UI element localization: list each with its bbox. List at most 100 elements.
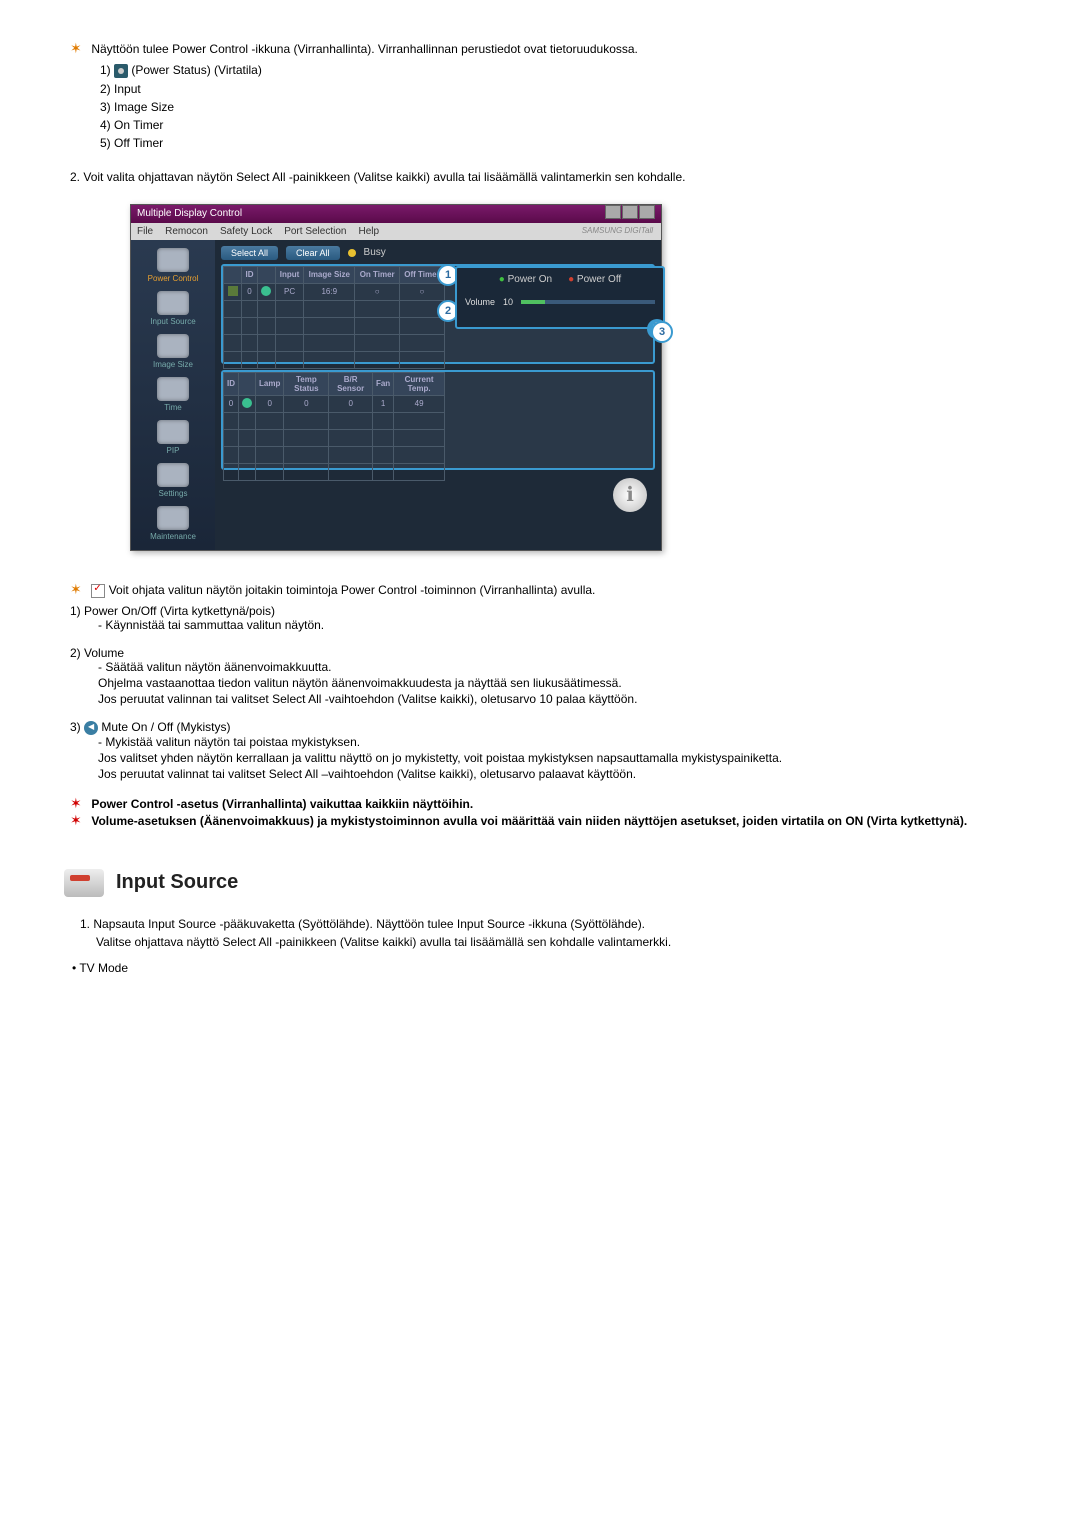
g1-h0 (224, 266, 242, 283)
sec2-line2: Valitse ohjattava näyttö Select All -pai… (96, 935, 671, 949)
menu-safety-lock[interactable]: Safety Lock (220, 226, 272, 237)
menu-remocon[interactable]: Remocon (165, 226, 208, 237)
item3-line1: - Mykistää valitun näytön tai poistaa my… (98, 735, 1020, 749)
input-source-section-icon (64, 869, 104, 897)
power-control-icon (157, 248, 189, 272)
item2-line2: Ohjelma vastaanottaa tiedon valitun näyt… (98, 676, 1020, 690)
item2-num: 2) (70, 646, 81, 660)
g2-br: 0 (329, 395, 373, 412)
table-row[interactable]: 0 PC 16:9 ○ ○ (224, 283, 445, 300)
num-prefix-5: 5) (100, 136, 114, 150)
g2-h6: Current Temp. (394, 372, 445, 395)
sidebar-label-2: Image Size (153, 360, 193, 369)
star-icon: ✶ (70, 40, 84, 57)
checkbox-icon (91, 584, 105, 598)
window-title: Multiple Display Control (137, 208, 242, 219)
info-icon[interactable]: ℹ (613, 478, 647, 512)
display-grid-1: ID Input Image Size On Timer Off Timer 0… (223, 266, 445, 369)
callout-3: 3 (651, 321, 673, 343)
sec2-num: 1. (80, 917, 90, 931)
sidebar: Power Control Input Source Image Size Ti… (131, 240, 215, 550)
star-red-icon: ✶ (70, 812, 84, 829)
cell-id: 0 (242, 283, 258, 300)
g2-h2: Lamp (256, 372, 284, 395)
sidebar-item-power-control[interactable]: Power Control (143, 248, 203, 283)
g2-temp: 0 (284, 395, 329, 412)
item3-num: 3) (70, 720, 81, 734)
g1-h4: Image Size (304, 266, 355, 283)
power-on-button[interactable]: Power On (499, 274, 552, 285)
settings-icon (157, 463, 189, 487)
item3-title: Mute On / Off (Mykistys) (101, 720, 230, 734)
num-prefix-4: 4) (100, 118, 114, 132)
cell-ontimer: ○ (355, 283, 400, 300)
maintenance-icon (157, 506, 189, 530)
g2-lamp: 0 (256, 395, 284, 412)
g2-h4: B/R Sensor (329, 372, 373, 395)
menu-help[interactable]: Help (358, 226, 379, 237)
item2-line3: Jos peruutat valinnan tai valitset Selec… (98, 692, 1020, 706)
star-red-icon: ✶ (70, 795, 84, 812)
menu-port-selection[interactable]: Port Selection (284, 226, 346, 237)
sidebar-label-1: Input Source (150, 317, 195, 326)
g2-fan: 1 (372, 395, 393, 412)
sidebar-item-maintenance[interactable]: Maintenance (143, 506, 203, 541)
num-prefix-3: 3) (100, 100, 114, 114)
window-buttons[interactable] (604, 205, 655, 222)
power-off-button[interactable]: Power Off (568, 274, 621, 285)
select-all-button[interactable]: Select All (221, 246, 278, 260)
volume-slider[interactable] (521, 300, 655, 304)
table-row[interactable]: 0 0 0 0 1 49 (224, 395, 445, 412)
sidebar-item-input-source[interactable]: Input Source (143, 291, 203, 326)
clear-all-button[interactable]: Clear All (286, 246, 340, 260)
pip-icon (157, 420, 189, 444)
g2-h5: Fan (372, 372, 393, 395)
item1-num: 1) (70, 604, 81, 618)
row-status-icon (242, 398, 252, 408)
note-2: Volume-asetuksen (Äänenvoimakkuus) ja my… (91, 814, 967, 828)
sidebar-item-pip[interactable]: PIP (143, 420, 203, 455)
para2-text: Voit valita ohjattavan näytön Select All… (83, 170, 685, 184)
sidebar-item-image-size[interactable]: Image Size (143, 334, 203, 369)
g1-h1: ID (242, 266, 258, 283)
below-intro: Voit ohjata valitun näytön joitakin toim… (109, 583, 596, 597)
g2-h3: Temp Status (284, 372, 329, 395)
mute-small-icon (84, 721, 98, 735)
volume-label: Volume (465, 297, 495, 307)
sec2-line1: Napsauta Input Source -pääkuvaketta (Syö… (93, 917, 645, 931)
intro-item-3: Image Size (114, 100, 174, 114)
intro-item-1: (Power Status) (Virtatila) (131, 63, 261, 77)
sidebar-label-4: PIP (167, 446, 180, 455)
g1-h3: Input (275, 266, 303, 283)
row-checkbox[interactable] (228, 286, 238, 296)
sidebar-item-time[interactable]: Time (143, 377, 203, 412)
volume-value: 10 (503, 297, 513, 307)
titlebar: Multiple Display Control (131, 205, 661, 223)
note-1: Power Control -asetus (Virranhallinta) v… (91, 797, 473, 811)
num-prefix-2: 2) (100, 82, 114, 96)
item2-line1: - Säätää valitun näytön äänenvoimakkuutt… (98, 660, 1020, 674)
busy-label: Busy (364, 247, 386, 258)
intro-item-2: Input (114, 82, 141, 96)
cell-offtimer: ○ (399, 283, 444, 300)
para2-num: 2. (70, 170, 80, 184)
right-panel: Power On Power Off Volume 10 🔊 3 (455, 266, 665, 329)
intro-text: Näyttöön tulee Power Control -ikkuna (Vi… (91, 42, 638, 56)
sidebar-label-0: Power Control (148, 274, 199, 283)
row-status-icon (261, 286, 271, 296)
main-panel: Select All Clear All Busy ID Input Image… (215, 240, 661, 550)
item1-line1: - Käynnistää tai sammuttaa valitun näytö… (98, 618, 1020, 632)
tv-mode-bullet: • TV Mode (72, 961, 1020, 975)
sidebar-label-6: Maintenance (150, 532, 196, 541)
image-size-icon (157, 334, 189, 358)
intro-numlist: 1) (Power Status) (Virtatila) 2) Input 3… (100, 63, 1020, 150)
sidebar-label-5: Settings (159, 489, 188, 498)
sidebar-item-settings[interactable]: Settings (143, 463, 203, 498)
item2-title: Volume (84, 646, 124, 660)
display-grid-2: ID Lamp Temp Status B/R Sensor Fan Curre… (223, 372, 445, 481)
item1-title: Power On/Off (Virta kytkettynä/pois) (84, 604, 275, 618)
time-icon (157, 377, 189, 401)
item3-line3: Jos peruutat valinnat tai valitset Selec… (98, 767, 1020, 781)
menu-file[interactable]: File (137, 226, 153, 237)
g1-h5: On Timer (355, 266, 400, 283)
